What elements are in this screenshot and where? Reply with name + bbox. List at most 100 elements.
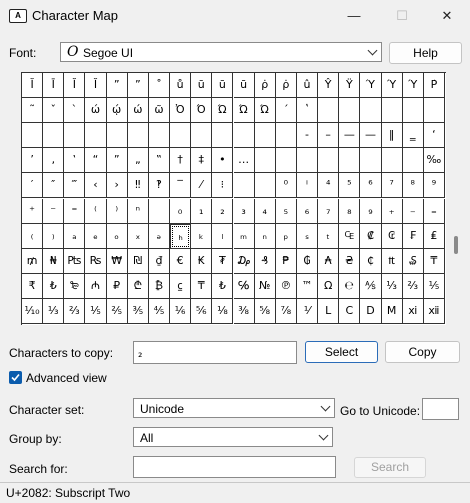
character-cell[interactable]: ₅ xyxy=(275,198,297,224)
character-cell[interactable]: ⁵ xyxy=(339,173,361,199)
character-cell[interactable] xyxy=(64,123,86,149)
character-cell[interactable]: Ⅾ xyxy=(360,298,382,324)
character-cell[interactable]: ⅚ xyxy=(191,298,213,324)
character-cell[interactable] xyxy=(381,98,403,124)
character-cell[interactable] xyxy=(148,198,171,224)
character-cell[interactable]: ₛ xyxy=(296,223,319,249)
character-cell[interactable] xyxy=(339,98,361,124)
character-cell[interactable]: Ĭ xyxy=(22,73,44,99)
character-cell[interactable]: ū xyxy=(191,73,213,99)
character-cell[interactable]: ₫ xyxy=(148,248,171,274)
character-cell[interactable]: ⅺ xyxy=(402,298,424,324)
character-cell[interactable]: ˜ xyxy=(22,98,44,124)
character-cell[interactable]: ₿ xyxy=(148,273,171,299)
character-cell[interactable] xyxy=(318,98,340,124)
character-cell[interactable]: ₻ xyxy=(64,273,86,299)
character-cell[interactable] xyxy=(254,173,276,199)
character-cell[interactable]: ‛ xyxy=(64,148,86,174)
character-cell[interactable]: Ό xyxy=(191,98,213,124)
character-cell[interactable]: ₥ xyxy=(22,248,44,274)
character-cell[interactable]: Ώ xyxy=(254,98,276,124)
grid-scrollbar[interactable] xyxy=(453,72,459,324)
character-cell[interactable]: ₺ xyxy=(43,273,65,299)
character-cell[interactable]: ů xyxy=(170,73,192,99)
character-cell[interactable]: Ώ xyxy=(212,98,234,124)
character-cell[interactable]: ˇ xyxy=(43,98,65,124)
character-cell[interactable]: ₪ xyxy=(127,248,149,274)
character-cell[interactable] xyxy=(381,148,403,174)
character-cell[interactable]: — xyxy=(360,123,382,149)
character-cell[interactable]: ‐ xyxy=(296,123,319,149)
character-cell[interactable]: ₮ xyxy=(212,248,234,274)
character-cell[interactable] xyxy=(22,123,44,149)
character-cell[interactable]: ⅙ xyxy=(170,298,192,324)
character-cell[interactable]: ₡ xyxy=(360,223,382,249)
scrollbar-thumb[interactable] xyxy=(454,236,458,254)
characters-to-copy-input[interactable]: ₂ xyxy=(133,341,297,364)
character-cell[interactable]: ⅕ xyxy=(85,298,107,324)
character-cell[interactable] xyxy=(423,98,445,124)
character-cell[interactable]: – xyxy=(318,123,340,149)
character-cell[interactable] xyxy=(360,148,382,174)
character-cell[interactable]: № xyxy=(254,273,276,299)
character-cell[interactable]: ₳ xyxy=(318,248,340,274)
character-cell[interactable]: ₀ xyxy=(170,198,192,224)
character-cell[interactable]: ⅔ xyxy=(402,273,424,299)
character-cell[interactable]: ₢ xyxy=(381,223,403,249)
character-cell[interactable]: ₗ xyxy=(212,223,234,249)
character-cell[interactable]: ₽ xyxy=(106,273,128,299)
character-cell[interactable]: ⁹ xyxy=(423,173,445,199)
character-cell[interactable]: ′ xyxy=(22,173,44,199)
select-button[interactable]: Select xyxy=(305,341,378,363)
group-by-dropdown[interactable]: All xyxy=(133,427,333,447)
maximize-button[interactable]: ☐ xyxy=(379,0,425,31)
character-cell[interactable] xyxy=(254,148,276,174)
character-cell[interactable]: ₌ xyxy=(423,198,445,224)
character-cell[interactable]: ” xyxy=(106,73,128,99)
character-cell[interactable]: ‹ xyxy=(85,173,107,199)
character-cell[interactable]: ₦ xyxy=(43,248,65,274)
character-cell[interactable]: ῶ xyxy=(148,98,171,124)
close-button[interactable]: ✕ xyxy=(424,0,470,31)
character-cell[interactable]: ⁺ xyxy=(22,198,44,224)
character-cell[interactable]: ₈ xyxy=(339,198,361,224)
character-cell[interactable]: ’ xyxy=(22,148,44,174)
search-button[interactable]: Search xyxy=(354,457,426,478)
character-cell[interactable]: ₾ xyxy=(127,273,149,299)
character-cell[interactable]: ‴ xyxy=(64,173,86,199)
character-cell[interactable]: ⅔ xyxy=(64,298,86,324)
character-cell[interactable]: ⅖ xyxy=(106,298,128,324)
character-cell[interactable]: ‚ xyxy=(43,148,65,174)
character-cell[interactable] xyxy=(43,123,65,149)
character-cell[interactable]: ‟ xyxy=(148,148,171,174)
character-grid[interactable]: Ĭ Ī Ĭ Ĭ”” ˚ ů ū ū ū ρ̇ ρ̇ û Ŷ Ÿ Ύ Ύ Ύ Ρ̇ ˜ ˇ ` ώ ῴ ώ ῶ Ὀ Ό Ώ Ώ Ώ ´ ʽ ‐ – —… xyxy=(21,72,446,325)
character-cell[interactable]: • xyxy=(212,148,234,174)
character-cell[interactable]: Ī xyxy=(43,73,65,99)
character-cell[interactable] xyxy=(127,123,149,149)
character-cell[interactable]: ⅗ xyxy=(127,298,149,324)
character-cell[interactable] xyxy=(170,123,192,149)
character-cell[interactable]: ώ xyxy=(85,98,107,124)
minimize-button[interactable]: — xyxy=(331,0,377,31)
character-cell[interactable]: ₒ xyxy=(106,223,128,249)
character-cell[interactable]: € xyxy=(170,248,192,274)
character-cell[interactable]: ` xyxy=(64,98,86,124)
character-cell[interactable]: Ⅿ xyxy=(381,298,403,324)
character-cell[interactable]: Ὀ xyxy=(170,98,192,124)
character-cell[interactable]: ₵ xyxy=(360,248,382,274)
character-cell[interactable]: ₜ xyxy=(318,223,340,249)
character-cell[interactable]: ρ̇ xyxy=(254,73,276,99)
character-cell[interactable]: ῴ xyxy=(106,98,128,124)
search-input[interactable] xyxy=(133,456,336,478)
character-cell[interactable]: ⅞ xyxy=(275,298,297,324)
character-cell[interactable]: ‽ xyxy=(148,173,171,199)
character-cell[interactable]: ₠ xyxy=(339,223,361,249)
character-cell[interactable]: ρ̇ xyxy=(275,73,297,99)
advanced-view-checkbox[interactable] xyxy=(9,371,22,384)
character-cell[interactable]: ⁱ xyxy=(296,173,319,199)
character-cell[interactable]: ₆ xyxy=(296,198,319,224)
character-cell[interactable]: ⁽ xyxy=(85,198,107,224)
character-cell[interactable]: ⅛ xyxy=(212,298,234,324)
character-cell[interactable]: — xyxy=(339,123,361,149)
character-cell[interactable]: ⅕ xyxy=(423,273,445,299)
